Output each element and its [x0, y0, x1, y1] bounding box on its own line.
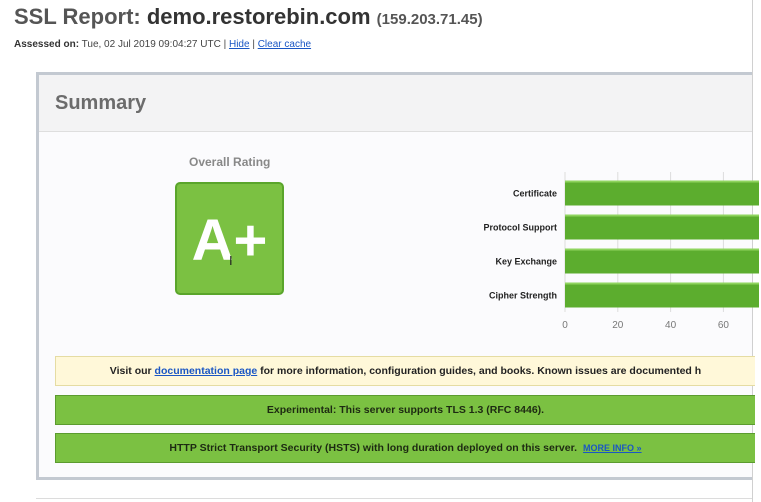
- tick-label-60: 60: [718, 320, 730, 331]
- hostname: demo.restorebin.com: [146, 4, 371, 29]
- grade-badge: A+: [175, 182, 284, 295]
- hide-link[interactable]: Hide: [229, 39, 250, 50]
- bar-1: [565, 214, 759, 240]
- documentation-banner: Visit our documentation page for more in…: [55, 356, 755, 386]
- hsts-more-info-link[interactable]: MORE INFO »: [583, 443, 642, 453]
- rating-chart: Certificate Protocol Support Key Exchange C…: [419, 170, 759, 332]
- text-cursor-icon: I: [229, 253, 233, 268]
- bar-highlight-3: [565, 282, 759, 285]
- title-prefix: SSL Report:: [14, 4, 147, 29]
- tls13-banner: Experimental: This server supports TLS 1…: [55, 395, 755, 425]
- page-title: SSL Report: demo.restorebin.com (159.203…: [14, 4, 483, 30]
- bar-highlight-2: [565, 248, 759, 251]
- tls13-text: Experimental: This server supports TLS 1…: [266, 404, 545, 416]
- next-section-border: [36, 498, 752, 499]
- bar-label-0: Certificate: [513, 189, 557, 199]
- assessed-value: Tue, 02 Jul 2019 09:04:27 UTC: [81, 39, 221, 50]
- tick-label-0: 0: [562, 320, 568, 331]
- tick-label-20: 20: [612, 320, 624, 331]
- bar-highlight-1: [565, 214, 759, 217]
- hsts-banner: HTTP Strict Transport Security (HSTS) wi…: [55, 433, 755, 463]
- bar-3: [565, 282, 759, 308]
- info-prefix: Visit our: [109, 365, 155, 377]
- bar-2: [565, 248, 759, 274]
- clear-cache-link[interactable]: Clear cache: [258, 39, 311, 50]
- hsts-text: HTTP Strict Transport Security (HSTS) wi…: [169, 442, 578, 454]
- assessed-info: Assessed on: Tue, 02 Jul 2019 09:04:27 U…: [14, 39, 312, 50]
- info-suffix: for more information, configuration guid…: [257, 365, 702, 377]
- bar-label-3: Cipher Strength: [489, 291, 557, 301]
- rating-chart-svg: Certificate Protocol Support Key Exchange C…: [484, 172, 759, 331]
- bar-label-2: Key Exchange: [495, 257, 557, 267]
- documentation-link[interactable]: documentation page: [155, 365, 258, 377]
- bar-highlight-0: [565, 180, 759, 183]
- summary-panel: Summary Overall Rating A+ I Certificate P…: [36, 72, 759, 480]
- assessed-label: Assessed on:: [14, 39, 80, 50]
- overall-rating-label: Overall Rating: [189, 155, 271, 169]
- bar-0: [565, 180, 759, 206]
- tick-label-40: 40: [665, 320, 677, 331]
- bar-label-1: Protocol Support: [484, 223, 558, 233]
- summary-title: Summary: [39, 75, 752, 132]
- ip-address: (159.203.71.45): [376, 11, 483, 28]
